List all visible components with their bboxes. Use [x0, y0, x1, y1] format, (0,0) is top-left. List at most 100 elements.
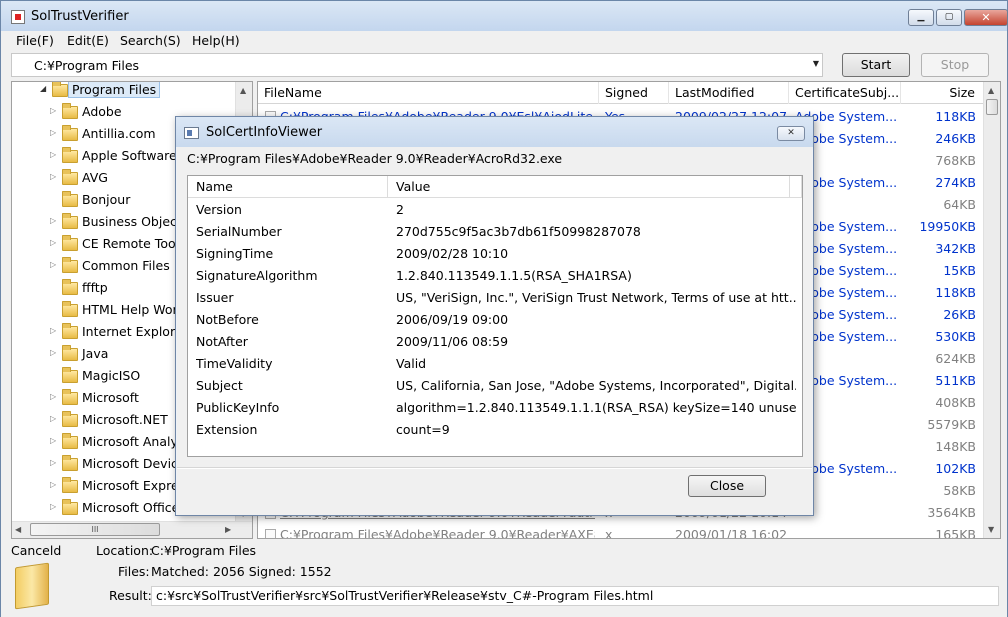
column-certificate-subject[interactable]: CertificateSubj...	[789, 82, 901, 104]
path-combobox[interactable]: C:¥Program Files ▼	[11, 53, 823, 77]
list-vertical-scrollbar[interactable]: ▲ ▼	[983, 82, 1000, 538]
menu-file[interactable]: File(F)	[16, 33, 54, 48]
menu-help[interactable]: Help(H)	[192, 33, 240, 48]
dialog-close-button[interactable]: Close	[688, 475, 766, 497]
grid-row-value: 2006/09/19 09:00	[396, 312, 509, 327]
grid-row-name: TimeValidity	[196, 356, 273, 371]
folder-icon	[62, 279, 78, 295]
grid-row-name: Version	[196, 202, 242, 217]
expand-triangle-icon[interactable]: ▷	[50, 414, 56, 423]
expand-triangle-icon[interactable]: ▷	[50, 172, 56, 181]
file-list-header: FileName Signed LastModified Certificate…	[258, 82, 984, 104]
grid-row-value: 1.2.840.113549.1.1.5(RSA_SHA1RSA)	[396, 268, 632, 283]
expand-triangle-icon[interactable]: ▷	[50, 260, 56, 269]
maximize-button[interactable]: ▢	[936, 9, 962, 26]
cell-size: 64KB	[943, 197, 976, 212]
scroll-up-icon[interactable]: ▲	[988, 86, 994, 95]
dropdown-arrow-icon[interactable]: ▼	[813, 59, 819, 68]
start-button[interactable]: Start	[842, 53, 910, 77]
tree-item-label: Java	[82, 346, 109, 361]
tree-hscroll-thumb[interactable]: III	[30, 523, 160, 536]
dialog-window-icon	[184, 127, 199, 139]
tree-item-label: Business Object	[82, 214, 182, 229]
cell-size: 102KB	[935, 461, 976, 476]
cell-size: 19950KB	[919, 219, 976, 234]
folder-icon	[62, 499, 78, 515]
list-scroll-thumb[interactable]	[986, 99, 998, 115]
scroll-right-icon[interactable]: ▶	[225, 525, 231, 534]
scroll-up-icon[interactable]: ▲	[240, 86, 246, 95]
tree-item-label: Microsoft Device	[82, 456, 186, 471]
expand-triangle-icon[interactable]: ▷	[50, 480, 56, 489]
expand-triangle-icon[interactable]: ▷	[50, 106, 56, 115]
cell-size: 118KB	[935, 285, 976, 300]
tree-item-label: Adobe	[82, 104, 122, 119]
expanded-triangle-icon[interactable]: ◢	[40, 84, 46, 93]
cell-size: 530KB	[935, 329, 976, 344]
expand-triangle-icon[interactable]: ▷	[50, 326, 56, 335]
cell-size: 148KB	[935, 439, 976, 454]
dialog-title: SolCertInfoViewer	[206, 125, 323, 140]
expand-triangle-icon[interactable]: ▷	[50, 348, 56, 357]
cell-size: 118KB	[935, 109, 976, 124]
cell-filename: C:¥Program Files¥Adobe¥Reader 9.0¥Reader…	[280, 527, 595, 539]
tree-item-label: HTML Help Work	[82, 302, 185, 317]
tree-item-label: CE Remote Tool	[82, 236, 180, 251]
cell-size: 274KB	[935, 175, 976, 190]
minimize-button[interactable]: ▁	[908, 9, 934, 26]
main-window: SolTrustVerifier ▁ ▢ ✕ File(F) Edit(E) S…	[0, 0, 1008, 617]
result-field[interactable]: c:¥src¥SolTrustVerifier¥src¥SolTrustVeri…	[151, 586, 999, 606]
tree-root-label: Program Files	[68, 82, 161, 98]
menu-search[interactable]: Search(S)	[120, 33, 181, 48]
folder-icon	[62, 257, 78, 273]
scroll-down-icon[interactable]: ▼	[988, 525, 994, 534]
files-value: Matched: 2056 Signed: 1552	[151, 564, 332, 579]
grid-column-filler	[790, 176, 802, 198]
column-size[interactable]: Size	[901, 82, 984, 104]
menu-bar: File(F) Edit(E) Search(S) Help(H)	[1, 31, 1007, 51]
grid-row-name: PublicKeyInfo	[196, 400, 280, 415]
tree-item-label: Antillia.com	[82, 126, 156, 141]
grid-row-value: 270d755c9f5ac3b7db61f50998287078	[396, 224, 641, 239]
expand-triangle-icon[interactable]: ▷	[50, 458, 56, 467]
cell-size: 15KB	[943, 263, 976, 278]
grid-row-value: 2	[396, 202, 404, 217]
folder-icon	[62, 235, 78, 251]
close-window-button[interactable]: ✕	[964, 9, 1008, 26]
dialog-close-x-button[interactable]: ✕	[777, 126, 805, 141]
expand-triangle-icon[interactable]: ▷	[50, 128, 56, 137]
cell-size: 165KB	[935, 527, 976, 539]
folder-icon	[62, 367, 78, 383]
tree-item-label: Microsoft Expres	[82, 478, 186, 493]
column-signed[interactable]: Signed	[599, 82, 669, 104]
expand-triangle-icon[interactable]: ▷	[50, 216, 56, 225]
menu-edit[interactable]: Edit(E)	[67, 33, 109, 48]
tree-item-label: Common Files	[82, 258, 170, 273]
expand-triangle-icon[interactable]: ▷	[50, 150, 56, 159]
folder-icon	[62, 411, 78, 427]
table-row[interactable]: C:¥Program Files¥Adobe¥Reader 9.0¥Reader…	[258, 524, 984, 539]
folder-icon	[62, 169, 78, 185]
grid-column-name[interactable]: Name	[188, 176, 388, 198]
dialog-separator-highlight	[177, 468, 812, 469]
tree-horizontal-scrollbar[interactable]: ◀ III ▶	[12, 521, 252, 538]
file-icon	[265, 529, 276, 538]
expand-triangle-icon[interactable]: ▷	[50, 238, 56, 247]
column-lastmodified[interactable]: LastModified	[669, 82, 789, 104]
grid-row-name: SigningTime	[196, 246, 274, 261]
grid-column-value[interactable]: Value	[388, 176, 790, 198]
grid-row-name: NotAfter	[196, 334, 248, 349]
cert-info-dialog: SolCertInfoViewer ✕ C:¥Program Files¥Ado…	[175, 116, 814, 516]
scroll-left-icon[interactable]: ◀	[15, 525, 21, 534]
column-filename[interactable]: FileName	[258, 82, 599, 104]
grid-row-name: NotBefore	[196, 312, 259, 327]
folder-icon	[62, 125, 78, 141]
expand-triangle-icon[interactable]: ▷	[50, 436, 56, 445]
expand-triangle-icon[interactable]: ▷	[50, 392, 56, 401]
folder-icon	[62, 455, 78, 471]
expand-triangle-icon[interactable]: ▷	[50, 502, 56, 511]
cert-property-grid[interactable]: Name Value Version 2 SerialNumber 270d755c9…	[187, 175, 803, 457]
tree-item-label: Internet Explore	[82, 324, 183, 339]
window-title: SolTrustVerifier	[31, 9, 129, 24]
stop-button[interactable]: Stop	[921, 53, 989, 77]
